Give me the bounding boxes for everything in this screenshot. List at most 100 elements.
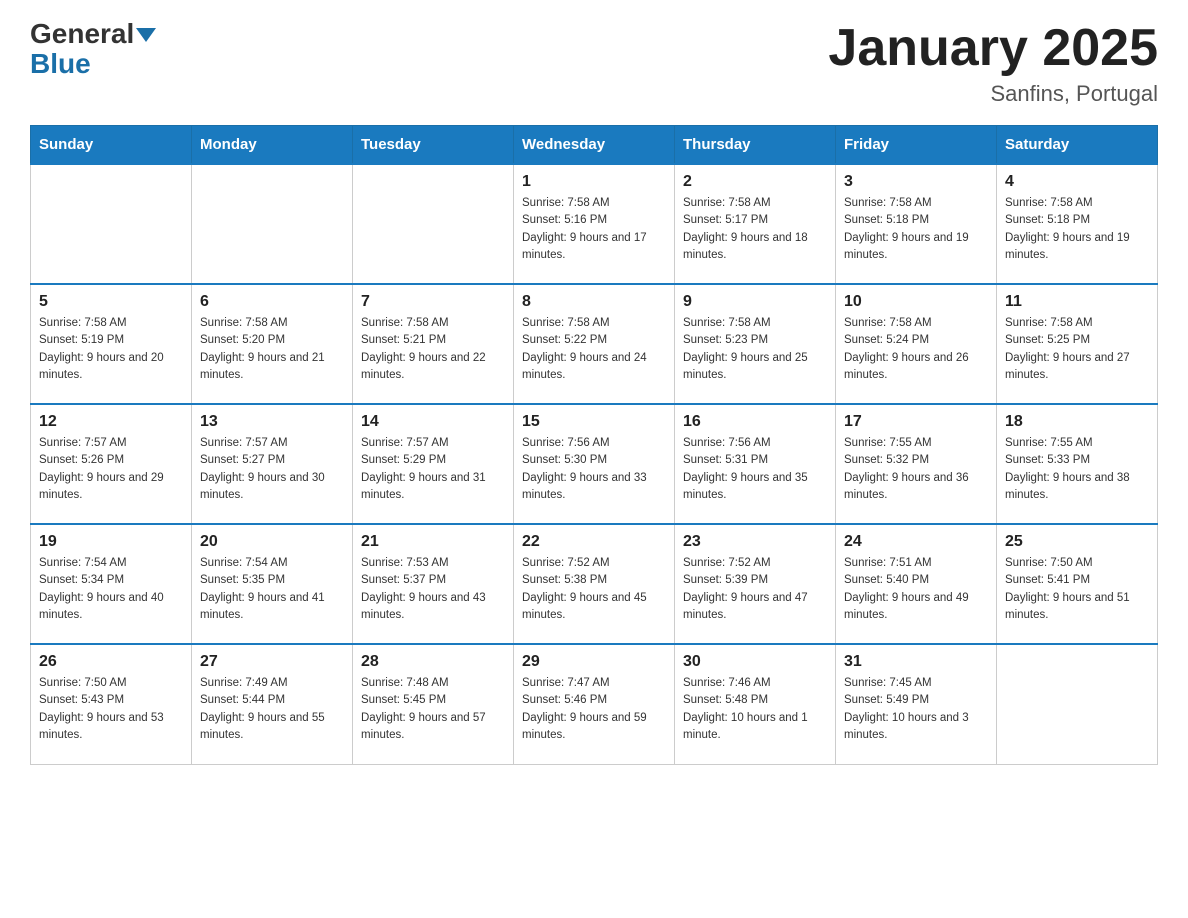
day-number: 16 xyxy=(683,413,827,431)
calendar-cell: 30 Sunrise: 7:46 AMSunset: 5:48 PMDayligh… xyxy=(675,644,836,764)
location-subtitle: Sanfins, Portugal xyxy=(828,81,1158,107)
day-info: Sunrise: 7:55 AMSunset: 5:33 PMDaylight:… xyxy=(1005,435,1149,504)
calendar-cell: 7 Sunrise: 7:58 AMSunset: 5:21 PMDaylight… xyxy=(353,284,514,404)
day-number: 2 xyxy=(683,173,827,191)
header-friday: Friday xyxy=(836,126,997,165)
calendar-cell: 10Sunrise: 7:58 AMSunset: 5:24 PMDayligh… xyxy=(836,284,997,404)
calendar-cell: 28 Sunrise: 7:48 AMSunset: 5:45 PMDayligh… xyxy=(353,644,514,764)
day-info: Sunrise: 7:50 AMSunset: 5:41 PMDaylight:… xyxy=(1005,555,1149,624)
calendar-cell xyxy=(997,644,1158,764)
calendar-cell: 25 Sunrise: 7:50 AMSunset: 5:41 PMDayligh… xyxy=(997,524,1158,644)
day-info: Sunrise: 7:58 AMSunset: 5:20 PMDaylight:… xyxy=(200,315,344,384)
day-number: 18 xyxy=(1005,413,1149,431)
day-number: 25 xyxy=(1005,533,1149,551)
calendar-cell: 14 Sunrise: 7:57 AMSunset: 5:29 PMDayligh… xyxy=(353,404,514,524)
day-info: Sunrise: 7:58 AMSunset: 5:19 PMDaylight:… xyxy=(39,315,183,384)
day-info: Sunrise: 7:51 AMSunset: 5:40 PMDaylight:… xyxy=(844,555,988,624)
day-info: Sunrise: 7:52 AMSunset: 5:38 PMDaylight:… xyxy=(522,555,666,624)
calendar-cell: 5Sunrise: 7:58 AMSunset: 5:19 PMDaylight… xyxy=(31,284,192,404)
day-number: 20 xyxy=(200,533,344,551)
day-info: Sunrise: 7:58 AMSunset: 5:25 PMDaylight:… xyxy=(1005,315,1149,384)
day-info: Sunrise: 7:58 AMSunset: 5:16 PMDaylight:… xyxy=(522,195,666,264)
day-info: Sunrise: 7:58 AMSunset: 5:17 PMDaylight:… xyxy=(683,195,827,264)
day-number: 6 xyxy=(200,293,344,311)
day-info: Sunrise: 7:58 AMSunset: 5:21 PMDaylight:… xyxy=(361,315,505,384)
header-tuesday: Tuesday xyxy=(353,126,514,165)
calendar-cell: 3 Sunrise: 7:58 AMSunset: 5:18 PMDaylight… xyxy=(836,164,997,284)
day-number: 22 xyxy=(522,533,666,551)
day-number: 4 xyxy=(1005,173,1149,191)
day-number: 28 xyxy=(361,653,505,671)
calendar-cell: 23Sunrise: 7:52 AMSunset: 5:39 PMDayligh… xyxy=(675,524,836,644)
day-info: Sunrise: 7:50 AMSunset: 5:43 PMDaylight:… xyxy=(39,675,183,744)
day-info: Sunrise: 7:58 AMSunset: 5:18 PMDaylight:… xyxy=(844,195,988,264)
day-info: Sunrise: 7:46 AMSunset: 5:48 PMDaylight:… xyxy=(683,675,827,744)
day-number: 7 xyxy=(361,293,505,311)
calendar-cell: 11 Sunrise: 7:58 AMSunset: 5:25 PMDayligh… xyxy=(997,284,1158,404)
calendar-cell xyxy=(31,164,192,284)
calendar-cell: 26 Sunrise: 7:50 AMSunset: 5:43 PMDayligh… xyxy=(31,644,192,764)
calendar-cell: 22 Sunrise: 7:52 AMSunset: 5:38 PMDayligh… xyxy=(514,524,675,644)
day-info: Sunrise: 7:49 AMSunset: 5:44 PMDaylight:… xyxy=(200,675,344,744)
week-row-5: 26 Sunrise: 7:50 AMSunset: 5:43 PMDayligh… xyxy=(31,644,1158,764)
day-number: 31 xyxy=(844,653,988,671)
calendar-cell: 27 Sunrise: 7:49 AMSunset: 5:44 PMDayligh… xyxy=(192,644,353,764)
calendar-cell: 1 Sunrise: 7:58 AMSunset: 5:16 PMDaylight… xyxy=(514,164,675,284)
day-number: 1 xyxy=(522,173,666,191)
day-number: 3 xyxy=(844,173,988,191)
calendar-cell xyxy=(192,164,353,284)
day-number: 12 xyxy=(39,413,183,431)
calendar-cell: 6 Sunrise: 7:58 AMSunset: 5:20 PMDaylight… xyxy=(192,284,353,404)
calendar-table: SundayMondayTuesdayWednesdayThursdayFrid… xyxy=(30,125,1158,765)
logo-general-text: General xyxy=(30,20,134,48)
calendar-cell: 18 Sunrise: 7:55 AMSunset: 5:33 PMDayligh… xyxy=(997,404,1158,524)
day-number: 14 xyxy=(361,413,505,431)
day-info: Sunrise: 7:58 AMSunset: 5:22 PMDaylight:… xyxy=(522,315,666,384)
day-info: Sunrise: 7:54 AMSunset: 5:35 PMDaylight:… xyxy=(200,555,344,624)
calendar-cell: 24 Sunrise: 7:51 AMSunset: 5:40 PMDayligh… xyxy=(836,524,997,644)
calendar-cell: 9Sunrise: 7:58 AMSunset: 5:23 PMDaylight… xyxy=(675,284,836,404)
day-number: 17 xyxy=(844,413,988,431)
week-row-3: 12 Sunrise: 7:57 AMSunset: 5:26 PMDayligh… xyxy=(31,404,1158,524)
logo-arrow-icon xyxy=(136,28,156,42)
day-info: Sunrise: 7:53 AMSunset: 5:37 PMDaylight:… xyxy=(361,555,505,624)
calendar-cell: 8Sunrise: 7:58 AMSunset: 5:22 PMDaylight… xyxy=(514,284,675,404)
day-info: Sunrise: 7:57 AMSunset: 5:29 PMDaylight:… xyxy=(361,435,505,504)
calendar-cell: 15 Sunrise: 7:56 AMSunset: 5:30 PMDayligh… xyxy=(514,404,675,524)
calendar-cell: 17 Sunrise: 7:55 AMSunset: 5:32 PMDayligh… xyxy=(836,404,997,524)
day-number: 24 xyxy=(844,533,988,551)
day-number: 27 xyxy=(200,653,344,671)
day-info: Sunrise: 7:55 AMSunset: 5:32 PMDaylight:… xyxy=(844,435,988,504)
logo: General Blue xyxy=(30,20,156,80)
calendar-cell: 21 Sunrise: 7:53 AMSunset: 5:37 PMDayligh… xyxy=(353,524,514,644)
day-number: 29 xyxy=(522,653,666,671)
day-info: Sunrise: 7:57 AMSunset: 5:26 PMDaylight:… xyxy=(39,435,183,504)
day-info: Sunrise: 7:52 AMSunset: 5:39 PMDaylight:… xyxy=(683,555,827,624)
day-info: Sunrise: 7:54 AMSunset: 5:34 PMDaylight:… xyxy=(39,555,183,624)
calendar-cell: 16Sunrise: 7:56 AMSunset: 5:31 PMDayligh… xyxy=(675,404,836,524)
header-saturday: Saturday xyxy=(997,126,1158,165)
calendar-cell: 19 Sunrise: 7:54 AMSunset: 5:34 PMDayligh… xyxy=(31,524,192,644)
week-row-1: 1 Sunrise: 7:58 AMSunset: 5:16 PMDaylight… xyxy=(31,164,1158,284)
day-number: 15 xyxy=(522,413,666,431)
header-thursday: Thursday xyxy=(675,126,836,165)
day-number: 19 xyxy=(39,533,183,551)
day-info: Sunrise: 7:56 AMSunset: 5:30 PMDaylight:… xyxy=(522,435,666,504)
day-number: 11 xyxy=(1005,293,1149,311)
calendar-cell: 31 Sunrise: 7:45 AMSunset: 5:49 PMDayligh… xyxy=(836,644,997,764)
day-number: 13 xyxy=(200,413,344,431)
calendar-cell: 12 Sunrise: 7:57 AMSunset: 5:26 PMDayligh… xyxy=(31,404,192,524)
day-info: Sunrise: 7:45 AMSunset: 5:49 PMDaylight:… xyxy=(844,675,988,744)
day-number: 9 xyxy=(683,293,827,311)
calendar-cell: 29Sunrise: 7:47 AMSunset: 5:46 PMDayligh… xyxy=(514,644,675,764)
day-info: Sunrise: 7:48 AMSunset: 5:45 PMDaylight:… xyxy=(361,675,505,744)
day-number: 21 xyxy=(361,533,505,551)
day-number: 26 xyxy=(39,653,183,671)
calendar-cell xyxy=(353,164,514,284)
calendar-cell: 13 Sunrise: 7:57 AMSunset: 5:27 PMDayligh… xyxy=(192,404,353,524)
day-number: 10 xyxy=(844,293,988,311)
day-number: 30 xyxy=(683,653,827,671)
day-info: Sunrise: 7:57 AMSunset: 5:27 PMDaylight:… xyxy=(200,435,344,504)
week-row-4: 19 Sunrise: 7:54 AMSunset: 5:34 PMDayligh… xyxy=(31,524,1158,644)
title-section: January 2025 Sanfins, Portugal xyxy=(828,20,1158,107)
